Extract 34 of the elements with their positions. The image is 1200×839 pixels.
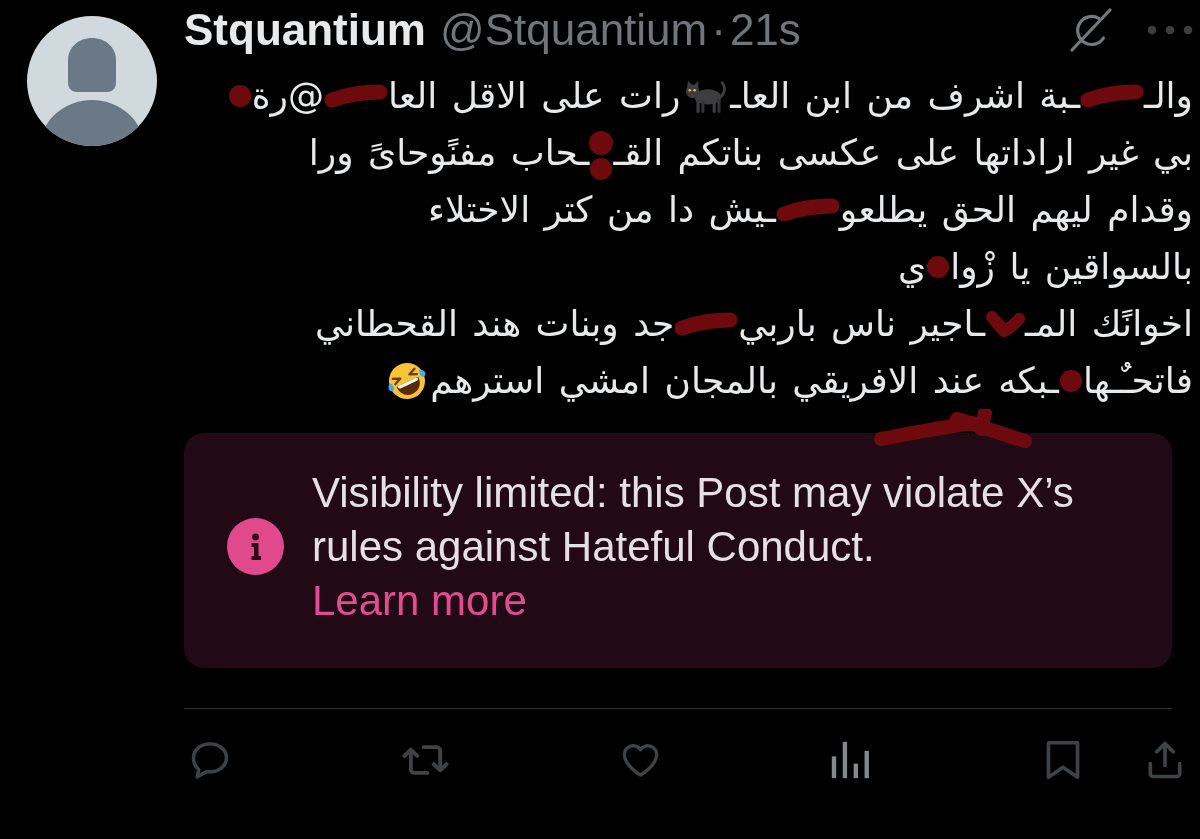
post-text: وقدام ليهم الحق يطلعو: [839, 188, 1193, 233]
post-text: والـ: [1144, 74, 1193, 119]
redaction-dot: [1059, 369, 1082, 392]
more-icon[interactable]: [1147, 25, 1193, 35]
redaction-scribble: [775, 197, 840, 222]
redaction-dot: [590, 158, 613, 180]
separator-dot: ·: [711, 4, 726, 56]
learn-more-link[interactable]: Learn more: [312, 573, 527, 628]
redaction-scribble: [674, 311, 739, 336]
post-text: ـبة اشرف من ابن العاـ: [730, 74, 1081, 119]
post-text: @رة: [251, 74, 324, 119]
redaction-dot: [927, 255, 950, 278]
info-icon: [227, 518, 284, 575]
redaction-scribble: [323, 83, 388, 108]
post-text: فاتحـٌـها: [1082, 359, 1193, 404]
post-text: ـبكه عند الافريقي بالمجان امشي استرهم: [430, 359, 1059, 404]
post-text: بالسواقين يا زْوا: [950, 245, 1193, 290]
notice-text: Visibility limited: this Post may violate X’s rules against Hateful Conduct.: [312, 467, 1075, 572]
post-text: ـيش دا من كتر الاختلاء: [428, 188, 776, 233]
post-time[interactable]: 21s: [729, 4, 801, 56]
redaction-dot: [228, 84, 251, 107]
post-text: ي: [898, 245, 927, 290]
user-handle[interactable]: @Stquantium: [440, 4, 708, 56]
post-text: رات على الاقل العا: [387, 74, 681, 119]
redaction-scribble: [985, 308, 1025, 339]
redaction-dot: [589, 131, 614, 155]
avatar-icon: [27, 16, 157, 146]
display-name[interactable]: Stquantium: [184, 4, 426, 56]
post-text: اخوانًك المـ: [1025, 302, 1193, 347]
post-text: جد وبنات هند القحطاني: [315, 302, 675, 347]
redaction-scribble: [1080, 83, 1145, 108]
post-text: ـحاب مفنًوحاىً ورا: [308, 131, 590, 176]
post-text: ـاجير ناس باربي: [738, 302, 985, 347]
post-text: بي غير اراداتها على عكسى بناتكم القـ: [613, 131, 1193, 176]
